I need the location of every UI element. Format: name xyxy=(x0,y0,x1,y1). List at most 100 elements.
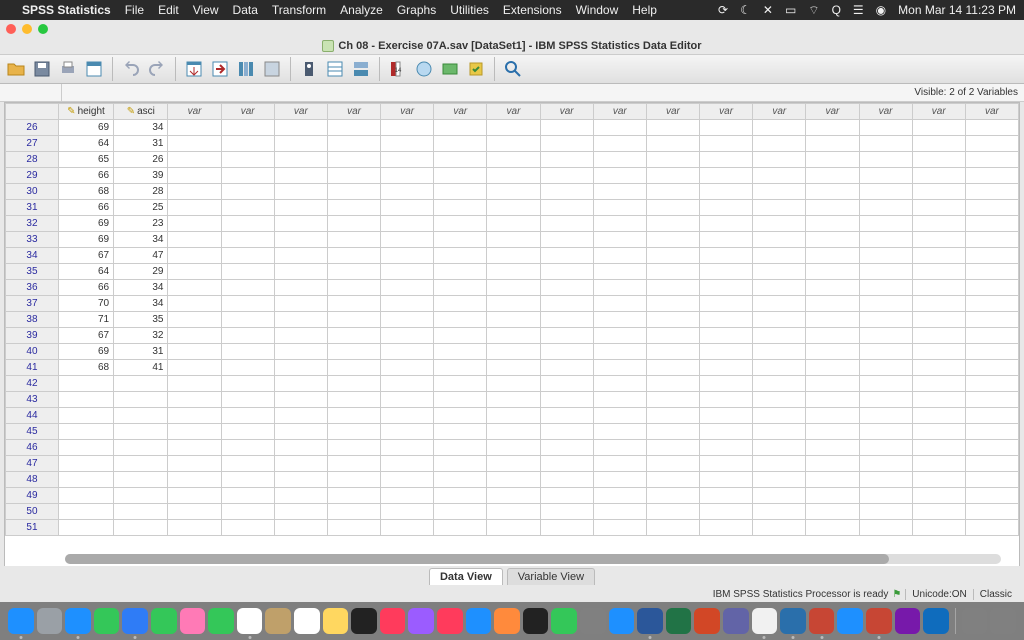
cell[interactable]: 68 xyxy=(58,360,113,376)
cell[interactable] xyxy=(540,392,593,408)
clock[interactable]: Mon Mar 14 11:23 PM xyxy=(898,3,1016,17)
cell[interactable]: 34 xyxy=(114,296,168,312)
cell[interactable]: 67 xyxy=(58,328,113,344)
cell[interactable] xyxy=(646,248,699,264)
cell[interactable]: 67 xyxy=(58,248,113,264)
cell[interactable] xyxy=(114,456,168,472)
column-header-asci[interactable]: ✎asci xyxy=(114,104,168,120)
cell[interactable] xyxy=(700,344,753,360)
cell[interactable] xyxy=(806,504,859,520)
cell[interactable] xyxy=(646,472,699,488)
cell[interactable] xyxy=(434,232,487,248)
cell[interactable] xyxy=(646,168,699,184)
menu-help[interactable]: Help xyxy=(632,3,657,17)
cell[interactable] xyxy=(327,312,380,328)
cell[interactable] xyxy=(859,248,912,264)
cell[interactable] xyxy=(434,184,487,200)
dock-app-spss[interactable] xyxy=(866,608,892,634)
dock-app-teams[interactable] xyxy=(723,608,749,634)
dock-app-podcasts[interactable] xyxy=(408,608,434,634)
cell[interactable] xyxy=(753,456,806,472)
row-header[interactable]: 36 xyxy=(6,280,59,296)
dock-app-contacts[interactable] xyxy=(265,608,291,634)
cell[interactable] xyxy=(965,328,1018,344)
search-button[interactable] xyxy=(501,57,525,81)
cell[interactable] xyxy=(859,472,912,488)
cell[interactable] xyxy=(859,408,912,424)
cell[interactable] xyxy=(646,184,699,200)
cell[interactable] xyxy=(646,360,699,376)
redo-button[interactable] xyxy=(145,57,169,81)
cell[interactable] xyxy=(965,408,1018,424)
cell[interactable] xyxy=(540,264,593,280)
cell[interactable]: 70 xyxy=(58,296,113,312)
cell[interactable] xyxy=(168,472,221,488)
row-header[interactable]: 43 xyxy=(6,392,59,408)
cell[interactable] xyxy=(221,392,274,408)
cell[interactable] xyxy=(859,344,912,360)
cell[interactable] xyxy=(274,424,327,440)
dock-app-calendar[interactable] xyxy=(237,608,263,634)
cell[interactable] xyxy=(221,408,274,424)
cell[interactable] xyxy=(593,264,646,280)
cell[interactable] xyxy=(434,216,487,232)
minimize-button[interactable] xyxy=(22,24,32,34)
cell[interactable] xyxy=(593,328,646,344)
cell[interactable] xyxy=(168,344,221,360)
cell[interactable] xyxy=(168,424,221,440)
cell[interactable] xyxy=(806,216,859,232)
cell[interactable] xyxy=(221,200,274,216)
cell[interactable] xyxy=(646,296,699,312)
cell[interactable] xyxy=(168,328,221,344)
column-header-empty[interactable]: var xyxy=(434,104,487,120)
cell[interactable] xyxy=(381,520,434,536)
cell[interactable] xyxy=(168,136,221,152)
cell[interactable] xyxy=(912,456,965,472)
cell[interactable]: 32 xyxy=(114,328,168,344)
cell[interactable] xyxy=(965,488,1018,504)
cell[interactable] xyxy=(381,120,434,136)
menu-transform[interactable]: Transform xyxy=(272,3,326,17)
cell[interactable] xyxy=(168,440,221,456)
cell[interactable] xyxy=(965,456,1018,472)
cell[interactable]: 26 xyxy=(114,152,168,168)
dock-app-appstore[interactable] xyxy=(466,608,492,634)
cell[interactable] xyxy=(859,120,912,136)
cell[interactable] xyxy=(274,520,327,536)
cell[interactable] xyxy=(700,440,753,456)
cell[interactable] xyxy=(114,488,168,504)
cell[interactable] xyxy=(168,312,221,328)
cell[interactable] xyxy=(327,216,380,232)
menu-edit[interactable]: Edit xyxy=(158,3,179,17)
wifi-icon[interactable]: ⌔ xyxy=(808,3,819,18)
cell[interactable] xyxy=(806,184,859,200)
cell[interactable] xyxy=(168,200,221,216)
cell[interactable] xyxy=(859,184,912,200)
cell[interactable] xyxy=(806,152,859,168)
row-header[interactable]: 46 xyxy=(6,440,59,456)
cell[interactable] xyxy=(168,488,221,504)
cell[interactable] xyxy=(327,488,380,504)
cell[interactable] xyxy=(381,456,434,472)
cell[interactable] xyxy=(700,248,753,264)
column-header-empty[interactable]: var xyxy=(912,104,965,120)
cell[interactable] xyxy=(114,472,168,488)
cell[interactable] xyxy=(859,328,912,344)
cell[interactable] xyxy=(912,376,965,392)
dock-app-tv[interactable] xyxy=(351,608,377,634)
cell[interactable]: 68 xyxy=(58,184,113,200)
cell[interactable] xyxy=(859,200,912,216)
cell[interactable] xyxy=(274,184,327,200)
cell[interactable] xyxy=(540,440,593,456)
cell[interactable] xyxy=(327,504,380,520)
cell[interactable] xyxy=(327,248,380,264)
cell[interactable] xyxy=(806,280,859,296)
cell[interactable] xyxy=(221,456,274,472)
cell[interactable] xyxy=(753,264,806,280)
cell[interactable] xyxy=(434,136,487,152)
cell[interactable] xyxy=(327,200,380,216)
cell[interactable] xyxy=(168,360,221,376)
cell[interactable] xyxy=(434,488,487,504)
cell[interactable] xyxy=(434,504,487,520)
cell[interactable] xyxy=(274,280,327,296)
